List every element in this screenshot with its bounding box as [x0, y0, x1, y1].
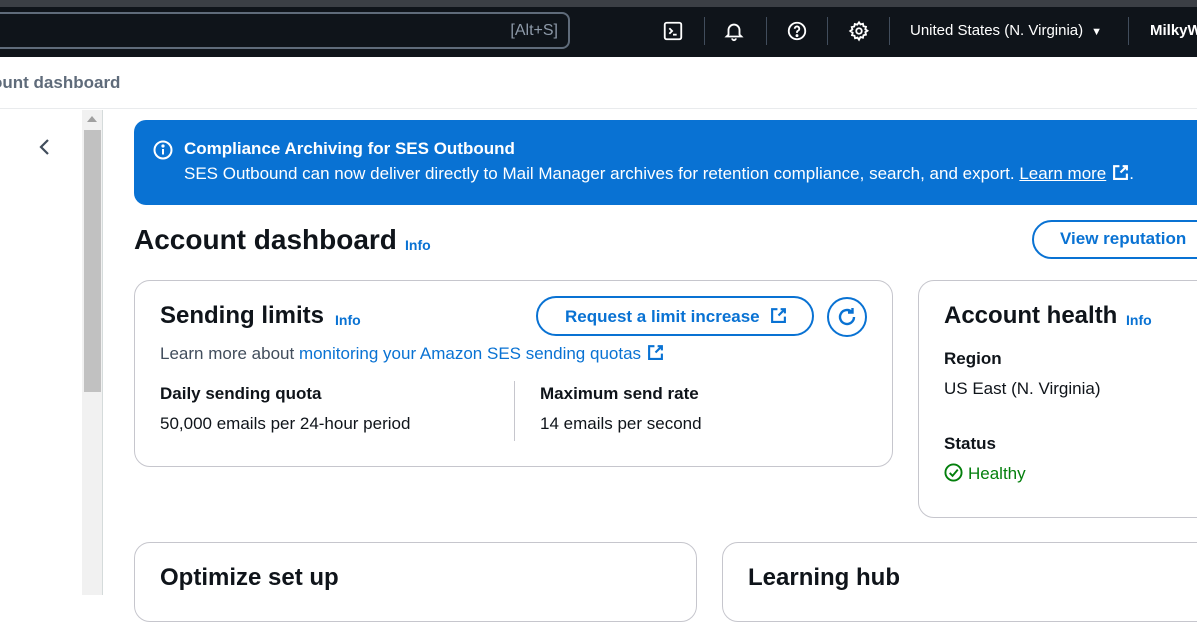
topbar-separator	[827, 17, 828, 45]
region-label: Region	[944, 349, 1002, 368]
learning-hub-title: Learning hub	[748, 564, 900, 591]
max-send-rate-label: Maximum send rate	[540, 384, 699, 403]
daily-quota-label: Daily sending quota	[160, 384, 322, 403]
status-indicator: Healthy	[944, 463, 1026, 484]
flash-body: SES Outbound can now deliver directly to…	[184, 164, 1134, 184]
check-circle-icon	[944, 463, 963, 482]
topbar-separator	[766, 17, 767, 45]
flash-body-text: SES Outbound can now deliver directly to…	[184, 164, 1015, 183]
topbar-separator	[704, 17, 705, 45]
global-top-bar: [Alt+S] United States (N. Virginia) ▼ Mi…	[0, 7, 1197, 57]
monitoring-quotas-link[interactable]: monitoring your Amazon SES sending quota…	[299, 344, 664, 363]
page-title: Account dashboard	[134, 224, 397, 255]
account-health-title: Account health	[944, 302, 1118, 329]
info-circle-icon	[153, 140, 173, 160]
scroll-thumb[interactable]	[84, 130, 101, 392]
breadcrumb: ount dashboard	[0, 57, 1197, 109]
request-limit-increase-label: Request a limit increase	[565, 307, 760, 326]
page-title-info-link[interactable]: Info	[405, 237, 431, 253]
region-selector-label: United States (N. Virginia)	[910, 22, 1084, 39]
external-link-icon	[648, 345, 663, 360]
request-limit-increase-button[interactable]: Request a limit increase	[536, 296, 814, 336]
settings-gear-icon[interactable]	[847, 19, 871, 43]
sending-limits-card: Sending limits Info Request a limit incr…	[134, 280, 893, 467]
status-value: Healthy	[968, 464, 1026, 483]
scrollbar[interactable]	[82, 110, 103, 595]
account-health-info-link[interactable]: Info	[1126, 312, 1152, 328]
sending-limits-info-link[interactable]: Info	[335, 312, 361, 328]
flash-trailing: .	[1129, 164, 1134, 183]
info-flash-banner: Compliance Archiving for SES Outbound SE…	[134, 120, 1197, 205]
chevron-left-icon[interactable]	[34, 136, 56, 158]
external-link-icon	[770, 308, 786, 323]
monitoring-quotas-link-label: monitoring your Amazon SES sending quota…	[298, 344, 642, 363]
daily-quota-value: 50,000 emails per 24-hour period	[160, 414, 411, 433]
help-icon[interactable]	[785, 19, 809, 43]
account-health-card: Account health Info Region US East (N. V…	[918, 280, 1197, 518]
external-link-icon	[1113, 165, 1129, 180]
optimize-setup-card: Optimize set up	[134, 542, 697, 622]
refresh-icon	[838, 308, 856, 326]
browser-top-strip	[0, 0, 1197, 7]
flash-learn-more-label: Learn more	[1019, 164, 1107, 183]
view-reputation-button[interactable]: View reputation	[1032, 220, 1197, 259]
learning-hub-card: Learning hub	[722, 542, 1197, 622]
sending-limits-title: Sending limits	[160, 302, 325, 329]
topbar-separator	[889, 17, 890, 45]
search-shortcut-hint: [Alt+S]	[510, 22, 558, 39]
optimize-setup-title: Optimize set up	[160, 564, 339, 591]
flash-title: Compliance Archiving for SES Outbound	[184, 139, 515, 158]
search-input[interactable]: [Alt+S]	[0, 12, 570, 49]
breadcrumb-current: ount dashboard	[0, 73, 121, 92]
column-divider	[514, 381, 515, 441]
region-value: US East (N. Virginia)	[944, 379, 1101, 398]
notifications-bell-icon[interactable]	[722, 19, 746, 43]
account-menu[interactable]: MilkyW	[1150, 22, 1197, 39]
status-label: Status	[944, 434, 996, 453]
region-selector[interactable]: United States (N. Virginia) ▼	[910, 22, 1102, 39]
flash-learn-more-link[interactable]: Learn more	[1019, 164, 1129, 183]
sending-quotas-learn-line: Learn more about monitoring your Amazon …	[160, 344, 664, 364]
caret-down-icon: ▼	[1091, 26, 1103, 38]
refresh-button[interactable]	[827, 297, 867, 337]
scroll-up-arrow-icon[interactable]	[87, 116, 97, 122]
side-navigation	[0, 110, 82, 595]
topbar-separator	[1128, 17, 1129, 45]
learn-more-prefix: Learn more about	[160, 344, 295, 363]
cloudshell-icon[interactable]	[661, 19, 685, 43]
max-send-rate-value: 14 emails per second	[540, 414, 702, 433]
